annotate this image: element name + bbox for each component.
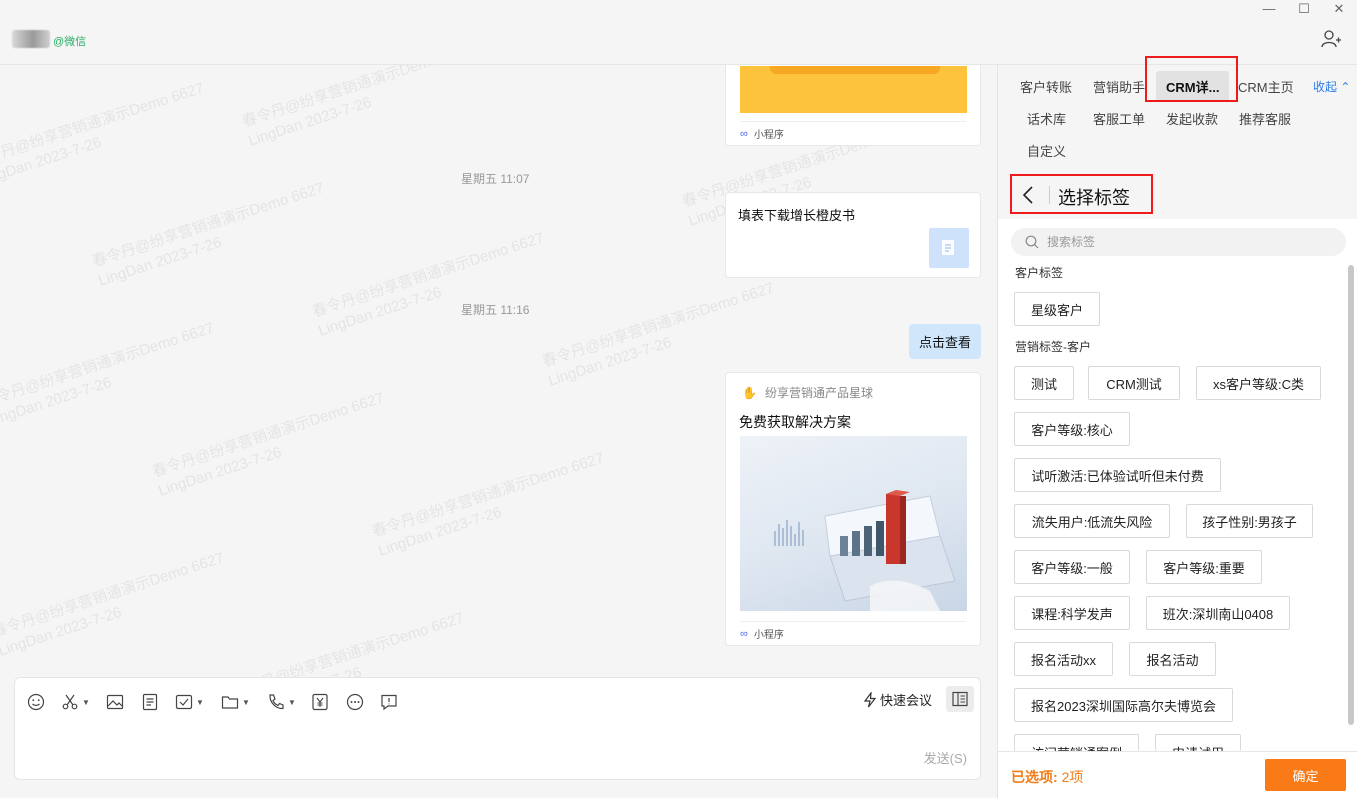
tag-search-box[interactable] <box>1011 228 1346 256</box>
selected-count: 已选项: 2项 <box>1011 769 1084 785</box>
tag-chip[interactable]: 报名活动xx <box>1014 642 1113 676</box>
message-timestamp: 星期五 11:07 <box>461 172 530 186</box>
lightning-icon <box>863 691 877 707</box>
wechat-tag: @微信 <box>53 36 87 48</box>
tag-search-input[interactable] <box>1047 235 1327 249</box>
crm-side-panel: 客户转账 营销助手 CRM详... CRM主页 收起 ⌃ 话术库 客服工单 发起… <box>997 65 1357 798</box>
tag-chip[interactable]: 星级客户 <box>1014 292 1100 326</box>
watermark: 春令丹@纷享营销通演示Demo 6627LingDan 2023-7-26 <box>0 319 217 430</box>
emoji-icon[interactable] <box>27 692 45 712</box>
mini-program-icon: ∞ <box>740 127 748 140</box>
collapse-button[interactable]: 收起 ⌃ <box>1313 78 1350 95</box>
chevron-down-icon[interactable]: ▼ <box>288 698 296 707</box>
sidebar-toggle-button[interactable] <box>946 686 974 712</box>
chevron-down-icon[interactable]: ▼ <box>196 698 204 707</box>
tag-chip[interactable]: 试听激活:已体验试听但未付费 <box>1014 458 1221 492</box>
tag-chip[interactable]: 测试 <box>1014 366 1074 400</box>
mini-program-icon: ∞ <box>740 627 748 640</box>
tag-chip[interactable]: xs客户等级:C类 <box>1196 366 1321 400</box>
mini-program-card[interactable]: ✋ 纷享营销通产品星球 免费获取解决方案 ∞ 小程序 <box>725 372 981 646</box>
minimize-icon[interactable]: — <box>1255 0 1283 18</box>
tab-initiate-payment[interactable]: 发起收款 <box>1166 109 1218 128</box>
tag-chip[interactable]: 报名2023深圳国际高尔夫博览会 <box>1014 688 1233 722</box>
yuan-icon[interactable] <box>311 692 329 712</box>
tag-chip[interactable]: 申请试用 <box>1155 734 1241 751</box>
watermark: 春令丹@纷享营销通演示Demo 6627LingDan 2023-7-26 <box>90 179 327 290</box>
chevron-down-icon[interactable]: ▼ <box>82 698 90 707</box>
close-icon[interactable]: ✕ <box>1325 0 1353 18</box>
section-title-marketing-tags: 营销标签-客户 <box>1015 340 1091 354</box>
panel-tabs: 客户转账 营销助手 CRM详... CRM主页 收起 ⌃ 话术库 客服工单 发起… <box>998 65 1357 173</box>
text-message-bubble[interactable]: 点击查看 <box>909 324 982 359</box>
tag-chip[interactable]: 孩子性别:男孩子 <box>1186 504 1313 538</box>
mini-program-footer: ∞ 小程序 <box>740 621 966 645</box>
task-icon[interactable]: ▼ <box>175 692 204 712</box>
tag-chip[interactable]: CRM测试 <box>1088 366 1180 400</box>
selection-footer: 已选项: 2项 确定 <box>998 751 1357 798</box>
contact-avatar[interactable] <box>12 30 50 48</box>
tag-list-scrollbar[interactable] <box>1348 265 1354 725</box>
file-icon <box>929 228 969 268</box>
mini-program-source: ✋ 纷享营销通产品星球 <box>742 385 873 401</box>
back-arrow-icon[interactable] <box>1020 183 1036 207</box>
search-icon <box>1025 235 1039 249</box>
watermark: 春令丹@纷享营销通演示Demo 6627LingDan 2023-7-26 <box>150 389 387 500</box>
confirm-button[interactable]: 确定 <box>1265 759 1346 791</box>
file-message-card[interactable]: 填表下载增长橙皮书 <box>725 192 981 278</box>
tag-chip[interactable]: 客户等级:重要 <box>1146 550 1262 584</box>
screenshot-icon[interactable]: ▼ <box>61 692 90 712</box>
tag-chip[interactable]: 班次:深圳南山0408 <box>1146 596 1290 630</box>
file-title: 填表下载增长橙皮书 <box>738 208 856 223</box>
tab-marketing-assistant[interactable]: 营销助手 <box>1093 77 1145 96</box>
tab-custom[interactable]: 自定义 <box>1027 141 1066 160</box>
mini-program-card[interactable]: ∞ 小程序 <box>725 65 981 146</box>
watermark: 春令丹@纷享营销通演示Demo 6627LingDan 2023-7-26 <box>370 449 607 560</box>
select-tag-header <box>998 173 1357 219</box>
add-member-icon[interactable] <box>1321 29 1341 49</box>
mini-program-footer: ∞ 小程序 <box>740 121 966 145</box>
window-titlebar: @微信 — ☐ ✕ <box>0 0 1357 65</box>
watermark: 春令丹@纷享营销通演示Demo 6627LingDan 2023-7-26 <box>240 65 477 150</box>
more-icon[interactable] <box>346 692 364 712</box>
tag-chip[interactable]: 报名活动 <box>1129 642 1216 676</box>
feedback-icon[interactable] <box>380 692 398 712</box>
folder-icon[interactable]: ▼ <box>221 692 250 712</box>
watermark: 春令丹@纷享营销通演示Demo 6627LingDan 2023-7-26 <box>0 549 227 660</box>
tag-chip[interactable]: 访问营销通案例 <box>1014 734 1139 751</box>
phone-icon[interactable]: ▼ <box>267 692 296 712</box>
send-button[interactable]: 发送(S) <box>924 748 967 767</box>
header-divider <box>1049 186 1050 204</box>
tab-service-ticket[interactable]: 客服工单 <box>1093 109 1145 128</box>
image-icon[interactable] <box>106 692 124 712</box>
section-title-customer-tags: 客户标签 <box>1015 266 1064 280</box>
message-timestamp: 星期五 11:16 <box>461 303 530 317</box>
tag-chip[interactable]: 流失用户:低流失风险 <box>1014 504 1170 538</box>
mini-program-title: 免费获取解决方案 <box>739 414 851 430</box>
tab-customer-transfer[interactable]: 客户转账 <box>1020 77 1072 96</box>
maximize-icon[interactable]: ☐ <box>1290 0 1318 18</box>
select-tag-title: 选择标签 <box>1058 188 1130 208</box>
tab-recommend-service[interactable]: 推荐客服 <box>1239 109 1291 128</box>
watermark: 春令丹@纷享营销通演示Demo 6627LingDan 2023-7-26 <box>310 229 547 340</box>
tab-crm-detail[interactable]: CRM详... <box>1156 71 1230 102</box>
document-icon[interactable] <box>141 692 159 712</box>
tab-crm-home[interactable]: CRM主页 <box>1238 77 1294 96</box>
message-composer[interactable]: ▼ ▼ ▼ ▼ 快速会议 发送(S) <box>14 677 981 780</box>
watermark: 春令丹@纷享营销通演示Demo 6627LingDan 2023-7-26 <box>0 79 207 190</box>
tag-chip[interactable]: 课程:科学发声 <box>1014 596 1130 630</box>
brand-logo-icon: ✋ <box>742 385 757 400</box>
tag-chip[interactable]: 客户等级:核心 <box>1014 412 1130 446</box>
mini-program-cover-image <box>740 436 967 611</box>
tab-script-library[interactable]: 话术库 <box>1027 109 1066 128</box>
tag-chip[interactable]: 客户等级:一般 <box>1014 550 1130 584</box>
chevron-down-icon[interactable]: ▼ <box>242 698 250 707</box>
quick-meeting-button[interactable]: 快速会议 <box>863 690 932 709</box>
sidebar-icon <box>952 691 968 707</box>
mini-program-cover <box>740 66 967 113</box>
